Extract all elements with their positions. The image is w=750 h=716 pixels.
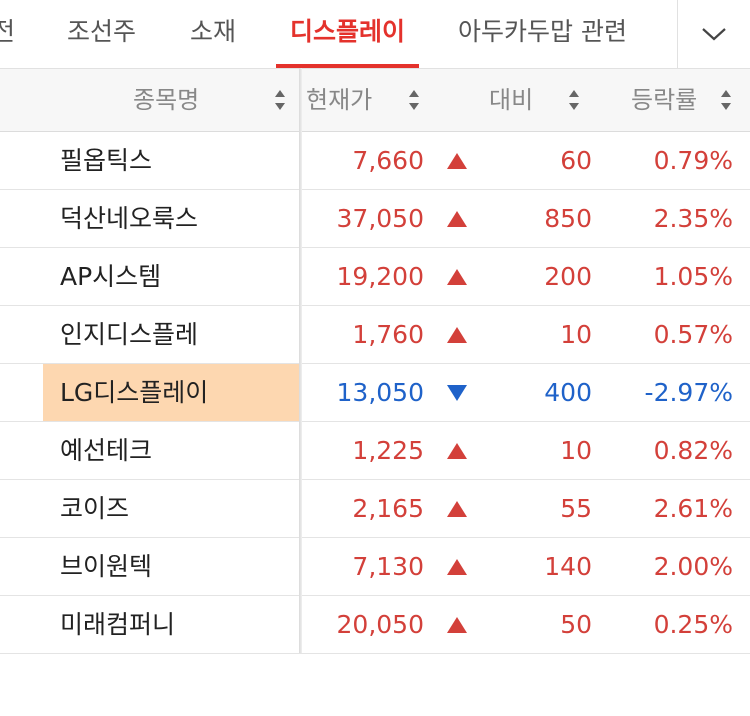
table-header: 종목명 현재가 대비 등락률 (0, 69, 750, 132)
frozen-column-divider (299, 68, 302, 653)
table-row[interactable]: 필옵틱스 7,660 60 0.79% (0, 132, 750, 190)
stock-diff: 140 (544, 552, 592, 581)
stock-rate: 2.35% (653, 204, 733, 233)
theme-tab-bar: 전 조선주 소재 디스플레이 아두카두맙 관련 (0, 0, 750, 69)
stock-rate: 0.25% (653, 610, 733, 639)
table-row[interactable]: 덕산네오룩스 37,050 850 2.35% (0, 190, 750, 248)
stock-name: 예선테크 (60, 436, 153, 465)
table-row[interactable]: 인지디스플레 1,760 10 0.57% (0, 306, 750, 364)
stock-diff: 200 (544, 262, 592, 291)
triangle-up-icon (447, 153, 467, 169)
tab-materials[interactable]: 소재 (190, 0, 236, 68)
table-row[interactable]: 코이즈 2,165 55 2.61% (0, 480, 750, 538)
stock-name: 브이원텍 (60, 552, 153, 581)
stock-rate: 2.00% (653, 552, 733, 581)
stock-diff: 400 (544, 378, 592, 407)
stock-price: 13,050 (336, 378, 424, 407)
sort-name-icon[interactable] (274, 88, 286, 112)
stock-name: 필옵틱스 (60, 146, 153, 175)
table-row[interactable]: AP시스템 19,200 200 1.05% (0, 248, 750, 306)
stock-rate: 1.05% (653, 262, 733, 291)
table-row[interactable]: 브이원텍 7,130 140 2.00% (0, 538, 750, 596)
tab-shipbuilding[interactable]: 조선주 (67, 0, 136, 68)
triangle-up-icon (447, 443, 467, 459)
stock-price: 20,050 (336, 610, 424, 639)
tab-aducanumab[interactable]: 아두카두맙 관련 (458, 0, 627, 68)
stock-diff: 60 (560, 146, 592, 175)
more-tabs-button[interactable] (677, 0, 750, 68)
sort-diff-icon[interactable] (568, 88, 580, 112)
sort-price-icon[interactable] (408, 88, 420, 112)
table-row[interactable]: 미래컴퍼니 20,050 50 0.25% (0, 596, 750, 654)
triangle-down-icon (447, 385, 467, 401)
triangle-up-icon (447, 501, 467, 517)
header-name[interactable]: 종목명 (133, 69, 199, 131)
stock-diff: 50 (560, 610, 592, 639)
stock-rate: 2.61% (653, 494, 733, 523)
stock-diff: 55 (560, 494, 592, 523)
stock-price: 2,165 (352, 494, 424, 523)
stock-price: 7,660 (352, 146, 424, 175)
tab-display[interactable]: 디스플레이 (275, 0, 420, 68)
table-row-selected[interactable]: LG디스플레이 13,050 400 -2.97% (0, 364, 750, 422)
triangle-up-icon (447, 559, 467, 575)
header-diff[interactable]: 대비 (489, 69, 533, 131)
chevron-down-icon (702, 28, 726, 41)
sort-rate-icon[interactable] (720, 88, 732, 112)
stock-name: 덕산네오룩스 (60, 204, 199, 233)
header-price[interactable]: 현재가 (306, 69, 372, 131)
stock-rate: 0.79% (653, 146, 733, 175)
stock-price: 1,760 (352, 320, 424, 349)
header-rate[interactable]: 등락률 (631, 69, 697, 131)
stock-name: 미래컴퍼니 (60, 610, 176, 639)
triangle-up-icon (447, 327, 467, 343)
table-row[interactable]: 예선테크 1,225 10 0.82% (0, 422, 750, 480)
stock-diff: 850 (544, 204, 592, 233)
triangle-up-icon (447, 617, 467, 633)
stock-diff: 10 (560, 436, 592, 465)
stock-rate: -2.97% (644, 378, 733, 407)
stock-name: 인지디스플레 (60, 320, 199, 349)
triangle-up-icon (447, 211, 467, 227)
stock-price: 1,225 (352, 436, 424, 465)
stock-name: 코이즈 (60, 494, 130, 523)
triangle-up-icon (447, 269, 467, 285)
stock-name: AP시스템 (60, 262, 162, 291)
stock-diff: 10 (560, 320, 592, 349)
stock-list: 필옵틱스 7,660 60 0.79% 덕산네오룩스 37,050 850 2.… (0, 132, 750, 654)
stock-rate: 0.82% (653, 436, 733, 465)
stock-name: LG디스플레이 (60, 378, 209, 407)
stock-price: 7,130 (352, 552, 424, 581)
tab-0[interactable]: 전 (0, 0, 15, 68)
stock-price: 19,200 (336, 262, 424, 291)
stock-price: 37,050 (336, 204, 424, 233)
stock-rate: 0.57% (653, 320, 733, 349)
